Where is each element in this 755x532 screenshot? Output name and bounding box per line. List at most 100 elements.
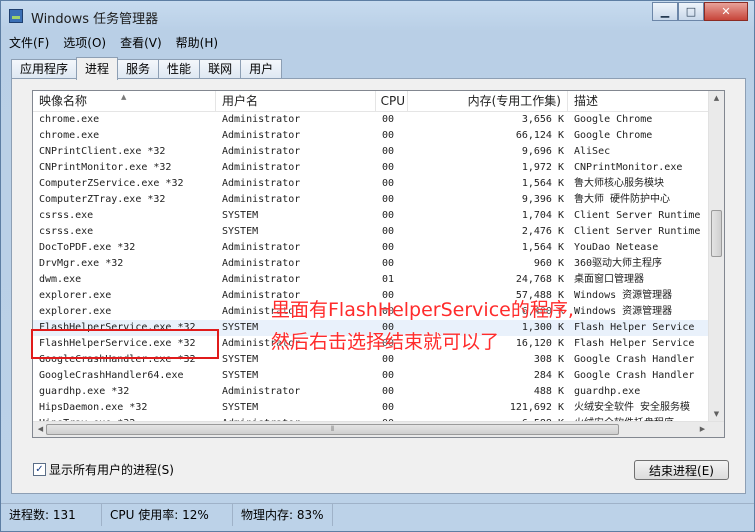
task-manager-window: Windows 任务管理器 ▁ □ ✕ 文件(F) 选项(O) 查看(V) 帮助…: [0, 0, 755, 532]
maximize-button[interactable]: □: [678, 2, 704, 21]
table-row[interactable]: HipsDaemon.exe *32 SYSTEM 00 121,692 K 火绒安全软…: [33, 400, 711, 416]
process-name: CNPrintClient.exe *32: [39, 146, 166, 157]
table-row[interactable]: DocToPDF.exe *32 Administrator 00 1,564 K Yo…: [33, 240, 711, 256]
scroll-down-icon[interactable]: ▼: [709, 407, 724, 422]
process-desc: Windows 资源管理器: [574, 290, 673, 301]
column-user-name[interactable]: 用户名: [216, 91, 376, 111]
process-desc: Windows 资源管理器: [574, 306, 673, 317]
tab-performance[interactable]: 性能: [158, 59, 201, 79]
tab-networking[interactable]: 联网: [199, 59, 242, 79]
process-cpu: 00: [382, 210, 395, 221]
process-user: SYSTEM: [222, 226, 259, 237]
tab-processes[interactable]: 进程: [76, 57, 119, 80]
tab-users[interactable]: 用户: [240, 59, 283, 79]
table-row[interactable]: DrvMgr.exe *32 Administrator 00 960 K 360驱动大…: [33, 256, 711, 272]
show-all-users-checkbox[interactable]: ✓: [33, 463, 46, 476]
scroll-right-icon[interactable]: ▶: [695, 422, 710, 437]
table-row[interactable]: guardhp.exe *32 Administrator 00 488 K guard…: [33, 384, 711, 400]
scroll-up-icon[interactable]: ▲: [709, 91, 724, 106]
process-cpu: 00: [382, 386, 395, 397]
process-desc: Flash Helper Service: [574, 322, 695, 333]
show-all-users-label: 显示所有用户的进程(S): [49, 463, 174, 477]
process-cpu: 00: [382, 242, 395, 253]
status-physical-memory: 物理内存: 83%: [233, 504, 333, 526]
process-desc: Client Server Runtime: [574, 226, 701, 237]
end-process-button[interactable]: 结束进程(E): [634, 460, 729, 480]
process-name: explorer.exe: [39, 306, 112, 317]
process-mem: 960 K: [533, 258, 564, 269]
process-name: ComputerZTray.exe *32: [39, 194, 166, 205]
process-desc: Google Crash Handler: [574, 354, 695, 365]
column-memory-label: 内存(专用工作集): [467, 94, 561, 108]
minimize-button[interactable]: ▁: [652, 2, 678, 21]
column-cpu[interactable]: CPU: [376, 91, 408, 111]
horizontal-scroll-thumb[interactable]: ⦀: [46, 424, 619, 435]
close-button[interactable]: ✕: [704, 2, 748, 21]
task-manager-icon: [9, 9, 23, 23]
process-user: Administrator: [222, 386, 301, 397]
process-name: dwm.exe: [39, 274, 82, 285]
process-mem: 1,564 K: [521, 178, 564, 189]
process-desc: Google Chrome: [574, 130, 653, 141]
process-user: SYSTEM: [222, 402, 259, 413]
table-row[interactable]: CNPrintMonitor.exe *32 Administrator 00 1,9…: [33, 160, 711, 176]
close-icon: ✕: [721, 5, 731, 18]
process-cpu: 00: [382, 370, 395, 381]
process-desc: Client Server Runtime: [574, 210, 701, 221]
menu-help[interactable]: 帮助(H): [176, 34, 218, 51]
tab-services[interactable]: 服务: [117, 59, 160, 79]
table-row[interactable]: ComputerZTray.exe *32 Administrator 00 9,39…: [33, 192, 711, 208]
process-mem: 9,396 K: [521, 194, 564, 205]
process-mem: 121,692 K: [509, 402, 564, 413]
table-row[interactable]: ComputerZService.exe *32 Administrator 00 1…: [33, 176, 711, 192]
process-user: Administrator: [222, 162, 301, 173]
annotation-line-2: 然后右击选择结束就可以了: [271, 331, 500, 353]
tab-applications[interactable]: 应用程序: [11, 59, 78, 79]
process-desc: Google Chrome: [574, 114, 653, 125]
table-row[interactable]: csrss.exe SYSTEM 00 2,476 K Client Server Ru…: [33, 224, 711, 240]
process-cpu: 00: [382, 114, 395, 125]
process-mem: 9,696 K: [521, 146, 564, 157]
table-row[interactable]: chrome.exe Administrator 00 66,124 K Google …: [33, 128, 711, 144]
column-memory[interactable]: 内存(专用工作集): [408, 91, 568, 111]
menu-options[interactable]: 选项(O): [63, 34, 106, 51]
table-row[interactable]: GoogleCrashHandler64.exe SYSTEM 00 284 K Goo…: [33, 368, 711, 384]
process-list[interactable]: ▲ 映像名称 用户名 CPU 内存(专用工作集) 描述 chrome.exe Ad…: [32, 90, 725, 438]
show-all-users-option[interactable]: ✓ 显示所有用户的进程(S): [33, 461, 174, 478]
minimize-icon: ▁: [660, 5, 670, 18]
vertical-scrollbar[interactable]: ▲ ▼: [708, 91, 724, 422]
process-mem: 1,704 K: [521, 210, 564, 221]
process-user: SYSTEM: [222, 210, 259, 221]
process-name: HipsDaemon.exe *32: [39, 402, 148, 413]
process-desc: YouDao Netease: [574, 242, 659, 253]
maximize-icon: □: [685, 5, 697, 18]
process-user: Administrator: [222, 258, 301, 269]
menu-view[interactable]: 查看(V): [120, 34, 162, 51]
process-user: Administrator: [222, 114, 301, 125]
annotation-line-1: 里面有FlashHelperService的程序,: [271, 299, 574, 321]
table-row[interactable]: csrss.exe SYSTEM 00 1,704 K Client Server Ru…: [33, 208, 711, 224]
table-row[interactable]: dwm.exe Administrator 01 24,768 K 桌面窗口管理器: [33, 272, 711, 288]
menu-file[interactable]: 文件(F): [9, 34, 49, 51]
process-mem: 284 K: [533, 370, 564, 381]
process-cpu: 00: [382, 354, 395, 365]
process-desc: AliSec: [574, 146, 611, 157]
table-row[interactable]: chrome.exe Administrator 00 3,656 K Google C…: [33, 112, 711, 128]
process-name: CNPrintMonitor.exe *32: [39, 162, 172, 173]
horizontal-scrollbar[interactable]: ◀ ⦀ ▶: [33, 421, 724, 437]
status-cpu-usage: CPU 使用率: 12%: [102, 504, 233, 526]
column-cpu-label: CPU: [380, 94, 405, 108]
column-description[interactable]: 描述: [568, 91, 711, 111]
flashhelper-highlight-box: [31, 329, 219, 359]
process-cpu: 00: [382, 194, 395, 205]
column-user-name-label: 用户名: [222, 94, 259, 108]
column-image-name[interactable]: ▲ 映像名称: [33, 91, 216, 111]
table-row[interactable]: CNPrintClient.exe *32 Administrator 00 9,69…: [33, 144, 711, 160]
vertical-scroll-thumb[interactable]: [711, 210, 722, 257]
process-mem: 1,564 K: [521, 242, 564, 253]
process-list-header: ▲ 映像名称 用户名 CPU 内存(专用工作集) 描述: [33, 91, 711, 112]
process-name: guardhp.exe *32: [39, 386, 130, 397]
process-name: csrss.exe: [39, 210, 94, 221]
process-user: Administrator: [222, 130, 301, 141]
processes-panel: ▲ 映像名称 用户名 CPU 内存(专用工作集) 描述 chrome.exe Ad…: [11, 78, 746, 494]
